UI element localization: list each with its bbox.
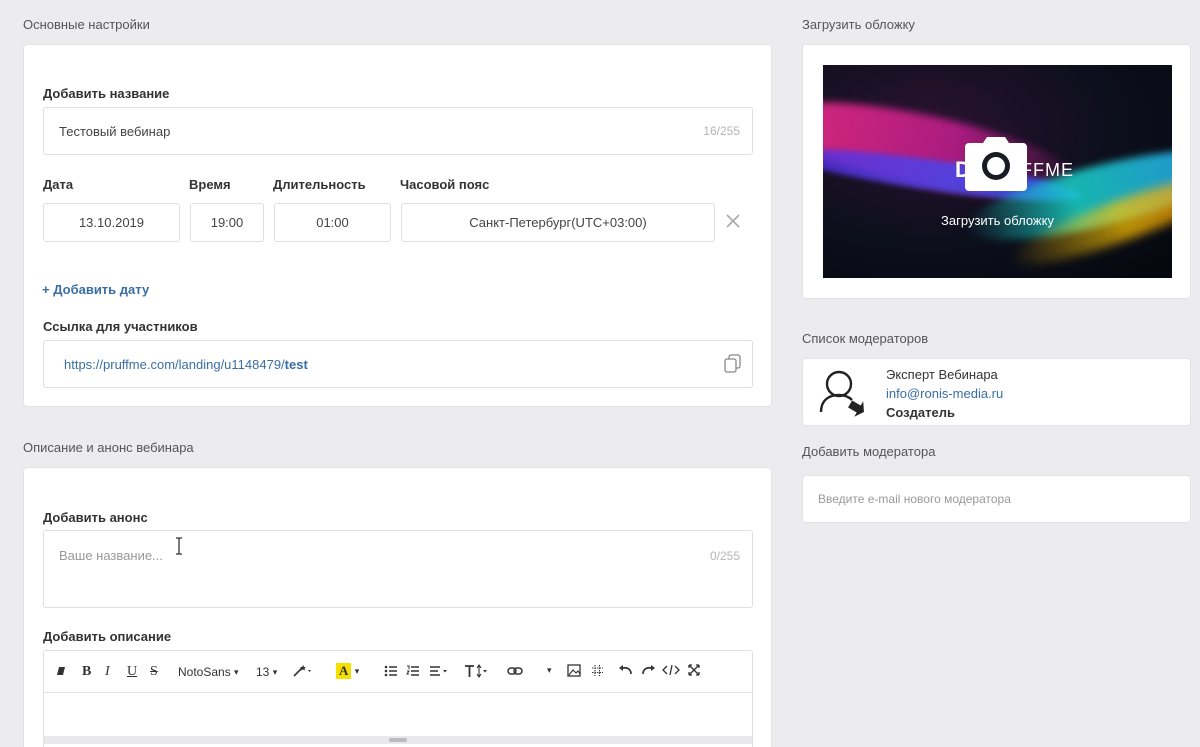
moderators-title: Список модераторов [802, 331, 929, 346]
align-icon[interactable] [429, 665, 449, 677]
timezone-value: Санкт-Петербург(UTC+03:00) [469, 215, 647, 230]
camera-icon [963, 135, 1029, 198]
undo-icon[interactable] [618, 664, 633, 676]
cover-title: Загрузить обложку [802, 17, 915, 32]
magic-style-icon[interactable] [292, 664, 314, 678]
timezone-select[interactable]: Санкт-Петербург(UTC+03:00) [401, 203, 715, 242]
moderator-card: Эксперт Вебинара info@ronis-media.ru Соз… [802, 358, 1191, 426]
numbered-list-icon[interactable] [406, 665, 420, 677]
description-label: Добавить описание [43, 629, 172, 644]
link-options-caret-icon[interactable]: ▾ [547, 665, 552, 676]
code-view-icon[interactable] [662, 664, 680, 676]
copy-icon[interactable] [724, 354, 742, 377]
editor-toolbar: B I U S NotoSans ▾ 13 ▾ A ▾ ▾ [44, 651, 752, 693]
font-family-caret-icon: ▾ [234, 666, 239, 677]
moderator-email[interactable]: info@ronis-media.ru [886, 386, 1003, 401]
duration-input[interactable]: 01:00 [274, 203, 391, 242]
date-value: 13.10.2019 [78, 215, 145, 230]
strikethrough-icon[interactable]: S [150, 664, 158, 680]
redo-icon[interactable] [641, 664, 656, 676]
description-card: Добавить анонс Ваше название... 0/255 До… [23, 467, 772, 747]
date-input[interactable]: 13.10.2019 [43, 203, 180, 242]
font-family-value: NotoSans [178, 665, 231, 679]
link-slug: test [284, 356, 308, 372]
basic-settings-title: Основные настройки [23, 17, 150, 32]
duration-value: 01:00 [316, 215, 349, 230]
name-counter: 16/255 [703, 124, 740, 138]
time-label: Время [189, 177, 231, 192]
remove-date-icon[interactable] [724, 212, 742, 230]
link-icon[interactable] [507, 665, 523, 677]
fullscreen-icon[interactable] [688, 664, 700, 676]
resize-handle-icon[interactable] [389, 738, 407, 742]
moderator-email-placeholder: Введите e-mail нового модератора [818, 492, 1011, 506]
duration-label: Длительность [273, 177, 366, 192]
bold-icon[interactable]: B [82, 664, 91, 680]
font-size-value: 13 [256, 665, 270, 679]
table-icon[interactable] [591, 664, 604, 677]
link-label: Ссылка для участников [43, 319, 198, 334]
time-value: 19:00 [210, 215, 244, 230]
cover-upload-label: Загрузить обложку [941, 213, 1054, 228]
participants-link-field[interactable]: https://pruffme.com/landing/u1148479/tes… [43, 340, 753, 388]
basic-settings-card: Добавить название Тестовый вебинар 16/25… [23, 44, 772, 407]
description-editor[interactable]: B I U S NotoSans ▾ 13 ▾ A ▾ ▾ [43, 650, 753, 747]
editor-resize-bar[interactable] [44, 736, 752, 744]
text-cursor-icon [174, 537, 184, 558]
text-color-icon[interactable]: A ▾ [336, 663, 359, 679]
time-input[interactable]: 19:00 [190, 203, 264, 242]
italic-icon[interactable]: I [105, 664, 110, 680]
timezone-label: Часовой пояс [400, 177, 490, 192]
announce-counter: 0/255 [709, 549, 740, 563]
announce-input[interactable]: Ваше название... 0/255 [43, 530, 753, 608]
font-family-select[interactable]: NotoSans ▾ [178, 665, 239, 679]
add-date-link[interactable]: + Добавить дату [42, 282, 149, 297]
webinar-name-input[interactable]: Тестовый вебинар 16/255 [43, 107, 753, 155]
bullet-list-icon[interactable] [384, 665, 398, 677]
webinar-name-value: Тестовый вебинар [59, 123, 171, 139]
line-height-icon[interactable] [464, 664, 488, 678]
cover-upload-area[interactable]: D FFME Загрузить обложку [823, 65, 1172, 278]
moderator-name: Эксперт Вебинара [886, 367, 998, 382]
description-title: Описание и анонс вебинара [23, 440, 194, 455]
moderator-email-input[interactable]: Введите e-mail нового модератора [802, 475, 1191, 523]
font-size-caret-icon: ▾ [272, 666, 278, 677]
date-label: Дата [43, 177, 74, 192]
add-moderator-title: Добавить модератора [802, 444, 936, 459]
participants-link[interactable]: https://pruffme.com/landing/u1148479/tes… [64, 357, 308, 372]
image-icon[interactable] [567, 664, 581, 677]
add-user-avatar-icon [819, 368, 865, 423]
link-base: https://pruffme.com/landing/u1148479/ [64, 356, 285, 372]
moderator-role: Создатель [886, 405, 955, 420]
name-label: Добавить название [43, 86, 170, 101]
underline-icon[interactable]: U [127, 664, 137, 680]
announce-placeholder: Ваше название... [59, 548, 163, 563]
announce-label: Добавить анонс [43, 510, 148, 525]
eraser-icon[interactable] [55, 665, 67, 677]
font-size-select[interactable]: 13 ▾ [256, 665, 277, 679]
